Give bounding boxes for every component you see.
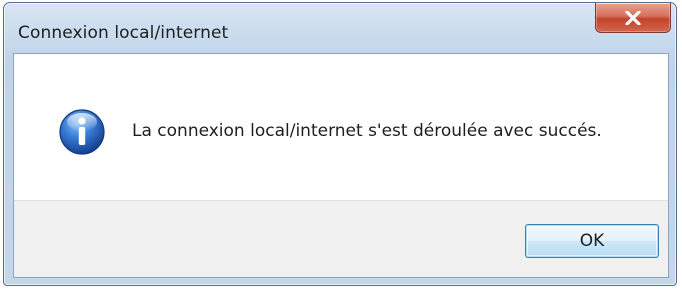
dialog-body: La connexion local/internet s'est déroul… [13,53,669,278]
message-text: La connexion local/internet s'est déroul… [132,121,602,141]
ok-button[interactable]: OK [525,224,659,258]
close-button[interactable] [595,3,671,33]
info-icon [59,109,105,155]
window-title: Connexion local/internet [18,23,229,43]
message-area: La connexion local/internet s'est déroul… [14,54,668,200]
dialog-window: Connexion local/internet La connexion lo… [3,2,677,286]
title-bar[interactable]: Connexion local/internet [4,3,676,53]
button-bar: OK [14,200,668,277]
close-icon [625,10,641,25]
